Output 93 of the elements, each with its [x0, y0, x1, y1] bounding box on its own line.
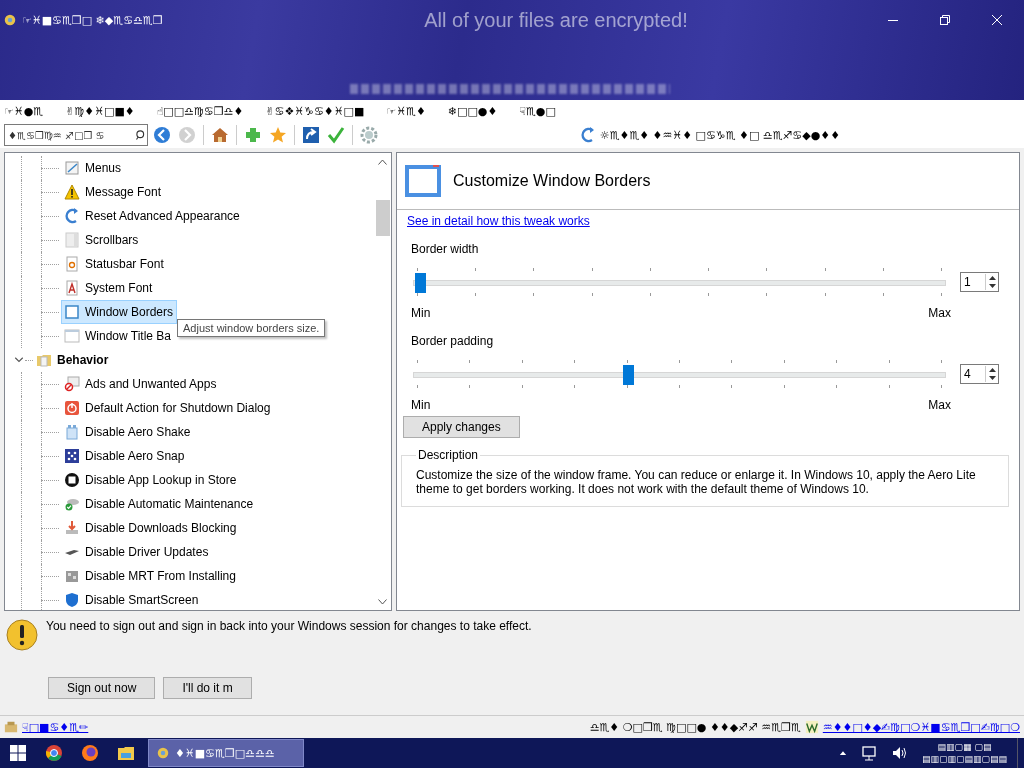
close-icon	[992, 15, 1002, 25]
app-icon	[4, 14, 16, 26]
shortcut-button[interactable]	[300, 124, 322, 146]
menu-item[interactable]: ☝□□♎♍♋❒♎♦	[156, 104, 244, 118]
sign-out-button[interactable]: Sign out now	[48, 677, 156, 699]
spin-up-icon[interactable]	[988, 276, 996, 280]
tree-group[interactable]: Behavior	[33, 348, 113, 372]
menu-item[interactable]: ☞♓♏♦	[386, 104, 426, 118]
min-label: Min	[411, 306, 431, 320]
warning-icon	[6, 619, 38, 651]
tree-item[interactable]: Statusbar Font	[61, 252, 168, 276]
installer-icon	[64, 568, 80, 584]
later-button[interactable]: I'll do it m	[163, 677, 252, 699]
donate-icon	[4, 720, 18, 734]
tree-item[interactable]: Disable Driver Updates	[61, 540, 213, 564]
number-field[interactable]: 4	[960, 364, 999, 384]
tree-item[interactable]: Window Borders	[61, 300, 178, 324]
spin-up-icon[interactable]	[988, 368, 996, 372]
tree-item[interactable]: Disable Automatic Maintenance	[61, 492, 258, 516]
tree-item[interactable]: Disable MRT From Installing	[61, 564, 240, 588]
network-icon	[861, 745, 878, 761]
curved-arrow-icon	[579, 127, 596, 143]
search-icon	[135, 129, 147, 141]
tree-item[interactable]: Reset Advanced Appearance	[61, 204, 244, 228]
tree-item[interactable]: Message Font	[61, 180, 166, 204]
max-label: Max	[928, 306, 951, 320]
spin-down-icon[interactable]	[988, 376, 996, 380]
status-text: ♎♏♦ ❍□❒♏ ♍□□● ♦♦◆♐♐ ♒♏❒♏	[589, 720, 801, 734]
logo-icon	[804, 720, 819, 734]
apply-button[interactable]: Apply changes	[403, 416, 520, 438]
tree-item[interactable]: Disable Downloads Blocking	[61, 516, 241, 540]
page-title: Customize Window Borders	[453, 172, 651, 190]
slider-label: Border padding	[411, 334, 494, 348]
tree-item[interactable]: Ads and Unwanted Apps	[61, 372, 221, 396]
font-file-icon	[64, 256, 80, 272]
windows-shake-icon	[64, 424, 80, 440]
windows-logo-icon	[10, 745, 26, 761]
menu-item[interactable]: ☟♏●□	[519, 104, 556, 118]
tree-item[interactable]: Default Action for Shutdown Dialog	[61, 396, 275, 420]
menu-item[interactable]: ☞♓●♏	[4, 104, 44, 118]
slider-thumb[interactable]	[415, 273, 426, 293]
banner-text: All of your files are encrypted!	[423, 8, 689, 32]
clock[interactable]: ▤▥▢▦ ▢▤ ▤▥▢▥▢▤▥▢▤▤	[921, 741, 1007, 765]
number-field[interactable]: 1	[960, 272, 999, 292]
back-button[interactable]	[151, 124, 173, 146]
scrollbar-icon	[64, 232, 80, 248]
curved-arrow-icon	[64, 208, 80, 224]
min-label: Min	[411, 398, 431, 412]
window-icon	[64, 328, 80, 344]
minimize-icon	[888, 19, 898, 21]
description-text: Customize the size of the window frame. You can reduce or enlarge it. In Windows 10, apply the Aero Lite theme to get borders working. It does not work with the default theme of Windows 10.	[416, 468, 976, 496]
details-link[interactable]: See in detail how this tweak works	[407, 214, 590, 228]
max-label: Max	[928, 398, 951, 412]
folder-icon	[36, 352, 52, 368]
maintenance-icon	[64, 496, 80, 512]
speaker-icon	[891, 745, 908, 761]
website-link[interactable]: ♒♦♦□♦◆✍♍□❍♓■♋♏❒□✍♍□❍	[822, 720, 1020, 734]
snap-grid-icon	[64, 448, 80, 464]
download-icon	[64, 520, 80, 536]
tree-item[interactable]: Disable App Lookup in Store	[61, 468, 241, 492]
tree-item[interactable]: Menus	[61, 156, 126, 180]
shield-icon	[64, 592, 80, 608]
menu-item[interactable]: ✌♍♦♓□■♦	[65, 104, 135, 118]
menu-window-icon	[64, 160, 80, 176]
window-title: ☞♓■♋♏❒□ ❄◆♏♋♎♏❒	[22, 13, 164, 27]
settings-button[interactable]	[358, 124, 380, 146]
description-legend: Description	[416, 448, 481, 462]
font-file-icon	[64, 280, 80, 296]
notice-text: You need to sign out and sign in back into your Windows session for changes to take effect.	[46, 619, 532, 633]
menu-item[interactable]: ✌♋❖♓♑♋♦♓□■	[265, 104, 365, 118]
reset-page-button[interactable]: ☼♏♦♏♦ ♦♒♓♦ □♋♑♏ ♦□ ♎♏♐♋◆●♦♦	[579, 127, 840, 143]
tree-item[interactable]: Disable Aero Shake	[61, 420, 195, 444]
blocked-ad-icon	[64, 376, 80, 392]
power-icon	[64, 400, 80, 416]
search-field[interactable]: ♦♏♋❒♍♒ ♐□❒ ♋	[4, 124, 148, 146]
scrollbar-thumb[interactable]	[375, 200, 390, 236]
store-icon	[64, 472, 80, 488]
slider-label: Border width	[411, 242, 479, 256]
menu-item[interactable]: ❄□□●♦	[447, 104, 498, 118]
tree-item[interactable]: System Font	[61, 276, 157, 300]
tree-item[interactable]: Disable SmartScreen	[61, 588, 203, 610]
spin-down-icon[interactable]	[988, 284, 996, 288]
tree-item[interactable]: Disable Aero Snap	[61, 444, 189, 468]
warning-icon	[64, 184, 80, 200]
tooltip: Adjust window borders size.	[177, 319, 326, 337]
app-icon	[157, 747, 169, 759]
donate-link[interactable]: ☟□■♋♦♏✏	[22, 720, 89, 734]
taskbar-window-button[interactable]: ♦♓■♋♏❒□♎♎♎	[148, 739, 304, 767]
tree-item[interactable]: Window Title Ba	[61, 324, 176, 348]
slider-thumb[interactable]	[622, 365, 634, 385]
window-icon	[64, 304, 80, 320]
tree-item[interactable]: Scrollbars	[61, 228, 143, 252]
restore-icon	[940, 15, 950, 25]
